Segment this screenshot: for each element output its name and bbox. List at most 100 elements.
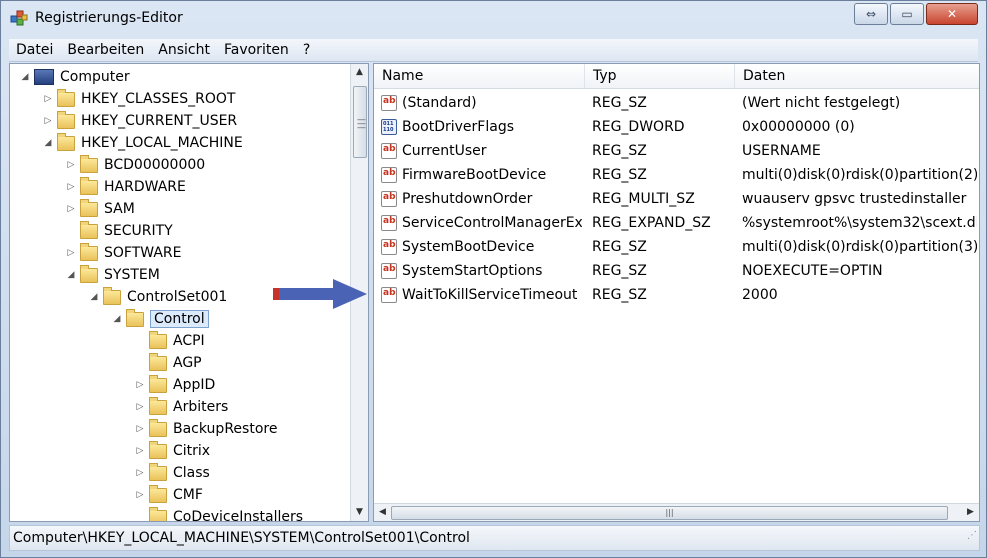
tree-expander-icon[interactable]: ▷ bbox=[64, 182, 78, 192]
folder-icon bbox=[80, 242, 98, 261]
arrow-head bbox=[333, 279, 367, 309]
scroll-up-arrow-icon[interactable]: ▲ bbox=[351, 64, 368, 81]
status-path: Computer\HKEY_LOCAL_MACHINE\SYSTEM\Contr… bbox=[13, 530, 470, 546]
folder-icon bbox=[80, 154, 98, 173]
tree-item-hkey-local-machine[interactable]: ◢ HKEY_LOCAL_MACHINE bbox=[41, 132, 243, 154]
tree-scroll-thumb[interactable]: — — — bbox=[353, 86, 367, 158]
folder-icon bbox=[57, 110, 75, 129]
tree-item-appid[interactable]: ▷ AppID bbox=[133, 374, 215, 396]
tree-item-backuprestore[interactable]: ▷ BackupRestore bbox=[133, 418, 277, 440]
column-header-data[interactable]: Daten bbox=[735, 64, 979, 88]
value-row[interactable]: WaitToKillServiceTimeout REG_SZ 2000 bbox=[374, 283, 979, 307]
tree-expander-icon[interactable]: ◢ bbox=[87, 292, 101, 302]
tree-item-control[interactable]: ◢ Control bbox=[110, 308, 209, 330]
value-type-cell: REG_EXPAND_SZ bbox=[592, 215, 711, 231]
tree-item-computer[interactable]: ◢ Computer bbox=[18, 66, 130, 88]
menu-ansicht[interactable]: Ansicht bbox=[151, 39, 217, 61]
folder-icon bbox=[126, 308, 144, 327]
tree-expander-icon[interactable]: ▷ bbox=[133, 424, 147, 434]
menu-help[interactable]: ? bbox=[296, 39, 317, 61]
tree-item-agp[interactable]: AGP bbox=[133, 352, 202, 374]
restore-size-button[interactable]: ⇔ bbox=[854, 3, 888, 25]
value-name-cell: WaitToKillServiceTimeout bbox=[402, 287, 578, 303]
tree-expander-icon[interactable]: ▷ bbox=[133, 402, 147, 412]
tree-item-label: Arbiters bbox=[173, 399, 229, 415]
value-row[interactable]: PreshutdownOrder REG_MULTI_SZ wuauserv gps… bbox=[374, 187, 979, 211]
value-row[interactable]: SystemBootDevice REG_SZ multi(0)disk(0)rdi… bbox=[374, 235, 979, 259]
folder-icon bbox=[80, 264, 98, 283]
value-row[interactable]: SystemStartOptions REG_SZ NOEXECUTE=OPTIN bbox=[374, 259, 979, 283]
menu-bar: Datei Bearbeiten Ansicht Favoriten ? bbox=[9, 39, 978, 62]
maximize-button[interactable]: ▭ bbox=[890, 3, 924, 25]
tree-item-system[interactable]: ◢ SYSTEM bbox=[64, 264, 160, 286]
tree-expander-icon[interactable]: ▷ bbox=[133, 490, 147, 500]
arrow-shaft bbox=[279, 288, 335, 300]
tree-expander-icon[interactable]: ◢ bbox=[64, 270, 78, 280]
tree-item-label: CMF bbox=[173, 487, 203, 503]
value-row[interactable]: FirmwareBootDevice REG_SZ multi(0)disk(0)r… bbox=[374, 163, 979, 187]
grip-icon: — — — bbox=[357, 115, 366, 133]
tree-expander-icon[interactable]: ▷ bbox=[133, 468, 147, 478]
tree-expander-icon[interactable]: ◢ bbox=[110, 314, 124, 324]
value-row[interactable]: BootDriverFlags REG_DWORD 0x00000000 (0) bbox=[374, 115, 979, 139]
registry-values-pane: Name Typ Daten (Standard) REG_SZ (Wert nic… bbox=[373, 63, 980, 522]
scroll-right-arrow-icon[interactable]: ▶ bbox=[962, 504, 979, 521]
tree-item-controlset001[interactable]: ◢ ControlSet001 bbox=[87, 286, 227, 308]
string-value-icon bbox=[381, 239, 397, 255]
tree-expander-icon[interactable]: ▷ bbox=[64, 248, 78, 258]
title-bar[interactable]: Registrierungs-Editor ⇔ ▭ ✕ bbox=[1, 1, 986, 35]
tree-item-acpi[interactable]: ACPI bbox=[133, 330, 205, 352]
folder-icon bbox=[57, 88, 75, 107]
tree-expander-icon[interactable]: ▷ bbox=[64, 204, 78, 214]
tree-item-sam[interactable]: ▷ SAM bbox=[64, 198, 135, 220]
tree-item-security[interactable]: SECURITY bbox=[64, 220, 173, 242]
close-button[interactable]: ✕ bbox=[926, 3, 978, 25]
string-value-icon bbox=[381, 263, 397, 279]
tree-expander-icon[interactable]: ▷ bbox=[64, 160, 78, 170]
tree-expander-icon[interactable]: ▷ bbox=[133, 380, 147, 390]
caption-buttons: ⇔ ▭ ✕ bbox=[854, 3, 978, 25]
status-bar: Computer\HKEY_LOCAL_MACHINE\SYSTEM\Contr… bbox=[9, 525, 980, 551]
annotation-arrow-icon bbox=[273, 279, 367, 309]
value-name-cell: SystemBootDevice bbox=[402, 239, 535, 255]
column-header-name[interactable]: Name bbox=[374, 64, 585, 88]
string-value-icon bbox=[381, 95, 397, 111]
tree-item-citrix[interactable]: ▷ Citrix bbox=[133, 440, 210, 462]
values-scroll-thumb[interactable]: ||| bbox=[391, 506, 948, 520]
menu-bearbeiten[interactable]: Bearbeiten bbox=[60, 39, 151, 61]
tree-item-codeviceinstallers[interactable]: CoDeviceInstallers bbox=[133, 506, 303, 521]
menu-datei[interactable]: Datei bbox=[9, 39, 60, 61]
tree-item-hkey-classes-root[interactable]: ▷ HKEY_CLASSES_ROOT bbox=[41, 88, 235, 110]
tree-expander-icon[interactable]: ◢ bbox=[41, 138, 55, 148]
value-name-cell: CurrentUser bbox=[402, 143, 487, 159]
value-row[interactable]: CurrentUser REG_SZ USERNAME bbox=[374, 139, 979, 163]
value-data-cell: multi(0)disk(0)rdisk(0)partition(3) bbox=[742, 239, 977, 255]
column-header-type[interactable]: Typ bbox=[585, 64, 735, 88]
tree-item-software[interactable]: ▷ SOFTWARE bbox=[64, 242, 182, 264]
tree-expander-icon[interactable]: ▷ bbox=[41, 94, 55, 104]
tree-item-label: Control bbox=[150, 310, 209, 328]
tree-expander-icon[interactable]: ▷ bbox=[133, 446, 147, 456]
tree-item-label: ACPI bbox=[173, 333, 205, 349]
tree-item-hkey-current-user[interactable]: ▷ HKEY_CURRENT_USER bbox=[41, 110, 237, 132]
tree-item-class[interactable]: ▷ Class bbox=[133, 462, 210, 484]
string-value-icon bbox=[381, 287, 397, 303]
folder-icon bbox=[80, 220, 98, 239]
tree-item-label: Class bbox=[173, 465, 210, 481]
resize-grip-icon[interactable]: ⋰ bbox=[967, 524, 977, 548]
tree-item-cmf[interactable]: ▷ CMF bbox=[133, 484, 203, 506]
menu-favoriten[interactable]: Favoriten bbox=[217, 39, 296, 61]
tree-item-arbiters[interactable]: ▷ Arbiters bbox=[133, 396, 228, 418]
scroll-left-arrow-icon[interactable]: ◀ bbox=[374, 504, 391, 521]
string-value-icon bbox=[381, 167, 397, 183]
tree-item-bcd00000000[interactable]: ▷ BCD00000000 bbox=[64, 154, 205, 176]
tree-expander-icon[interactable]: ◢ bbox=[18, 72, 32, 82]
tree-item-hardware[interactable]: ▷ HARDWARE bbox=[64, 176, 186, 198]
value-row[interactable]: ServiceControlManagerEx... REG_EXPAND_SZ%… bbox=[374, 211, 979, 235]
values-horizontal-scrollbar[interactable]: ◀ ||| ▶ bbox=[374, 503, 979, 521]
tree-expander-icon[interactable]: ▷ bbox=[41, 116, 55, 126]
value-name-cell: ServiceControlManagerEx... bbox=[402, 215, 582, 231]
value-type-cell: REG_DWORD bbox=[592, 119, 685, 135]
scroll-down-arrow-icon[interactable]: ▼ bbox=[351, 504, 368, 521]
value-row[interactable]: (Standard) REG_SZ (Wert nicht festgelegt) bbox=[374, 91, 979, 115]
